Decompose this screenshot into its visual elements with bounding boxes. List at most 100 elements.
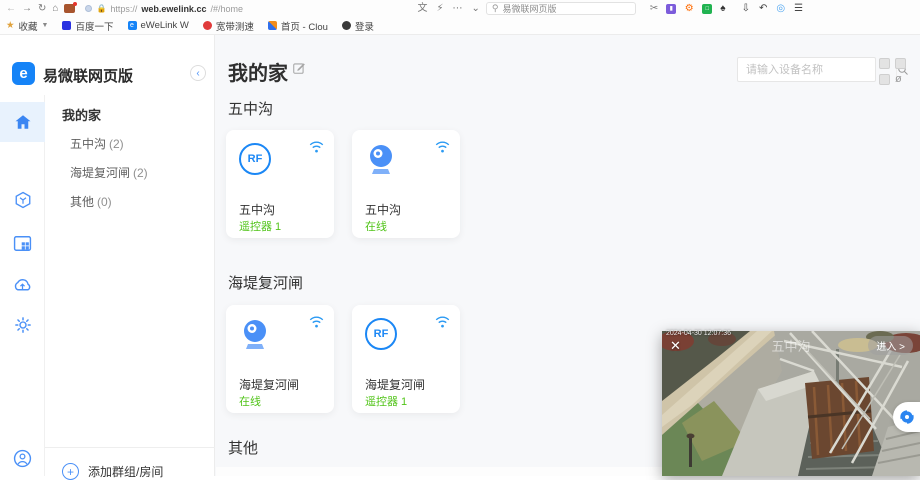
menu-icon[interactable]: ☰ (794, 4, 803, 14)
paw-extension-icon[interactable]: ♠ (720, 4, 725, 14)
home-nav-icon (14, 113, 32, 131)
undo-icon[interactable]: ↶ (759, 4, 767, 14)
scene-hexagon-icon (14, 191, 32, 209)
device-card-rf-wuzhonggou[interactable]: RF 五中沟 遥控器 1 (226, 130, 334, 238)
section-title-wuzhonggou: 五中沟 (228, 98, 273, 119)
nav-home[interactable] (0, 102, 45, 142)
chevron-down-icon[interactable]: ⌄ (471, 4, 479, 14)
app-title: 易微联网页版 (43, 65, 133, 86)
url-bar[interactable]: 🔒 https://web.ewelink.cc/#/home (81, 2, 411, 15)
add-group-room-button[interactable]: + 添加群组/房间 (62, 463, 163, 480)
scissors-icon[interactable]: ✂ (650, 4, 658, 14)
rf-bridge-icon: RF (239, 143, 271, 175)
favorites-menu[interactable]: ★ 收藏 ▼ (6, 19, 48, 33)
enter-camera-button[interactable]: 进入 > (868, 336, 913, 355)
room-item-other[interactable]: 其他(0) (70, 193, 112, 210)
url-path: /#/home (210, 4, 243, 14)
nav-scenes[interactable] (0, 180, 45, 220)
star-icon: ★ (6, 20, 15, 31)
bookmark-baidu[interactable]: 百度一下 (62, 19, 113, 33)
homepage-icon (268, 21, 277, 30)
close-icon[interactable]: ✕ (670, 338, 681, 354)
nav-devices[interactable] (0, 223, 45, 263)
translate-icon[interactable]: 文 (417, 4, 427, 14)
device-panel-icon (13, 235, 32, 252)
briefcase-extension-icon[interactable] (64, 4, 75, 13)
browser-sphere-icon[interactable]: ◎ (776, 4, 785, 14)
device-card-rf-haidifuhezha[interactable]: RF 海堤复河闸 遥控器 1 (352, 305, 460, 413)
baidu-icon (62, 21, 71, 30)
green-extension-icon[interactable]: □ (702, 4, 712, 14)
camera-icon (239, 318, 271, 357)
wifi-icon (309, 140, 324, 158)
sidebar-header: e 易微联网页版 ‹ (0, 53, 215, 95)
back-icon[interactable]: ← (6, 4, 16, 14)
room-item-haidifuhezha[interactable]: 海堤复河闸(2) (70, 164, 148, 181)
bookmark-homepage[interactable]: 首页 - Clou (268, 19, 328, 33)
bookmark-ewelink[interactable]: eeWeLink W (128, 20, 189, 31)
view-toggle: ø (879, 58, 911, 87)
sidebar: e 易微联网页版 ‹ 我的家 五 (0, 35, 215, 476)
wifi-icon (309, 315, 324, 333)
browser-toolbar: ← → ↻ ⌂ 🔒 https://web.ewelink.cc/#/home … (0, 0, 920, 17)
login-icon (342, 21, 351, 30)
favorites-label: 收藏 (19, 19, 38, 33)
menu-divider (45, 447, 215, 448)
toolbar-search-text: 易微联网页版 (502, 2, 556, 15)
sidebar-collapse-button[interactable]: ‹ (190, 65, 206, 81)
speedtest-icon (203, 21, 212, 30)
lightning-icon[interactable]: ⚡ (436, 4, 443, 14)
device-card-camera-haidifuhezha[interactable]: 海堤复河闸 在线 (226, 305, 334, 413)
camera-timestamp: 2024-04-30 12:07:36 (666, 330, 731, 337)
game-extension-icon[interactable]: ⚙ (684, 4, 694, 14)
device-status: 在线 (239, 393, 261, 409)
reload-icon[interactable]: ↻ (38, 4, 46, 14)
device-search-input[interactable] (738, 58, 896, 81)
sidebar-menu: 我的家 五中沟(2) 海堤复河闸(2) 其他(0) + 添加群组/房间 (45, 95, 215, 476)
view-grid-1-icon[interactable] (879, 58, 890, 69)
device-status: 在线 (365, 218, 387, 234)
bookmark-speedtest[interactable]: 宽带测速 (203, 19, 254, 33)
camera-watermark: 五中沟 (771, 336, 810, 355)
view-grid-3-icon[interactable] (879, 74, 890, 85)
device-status: 遥控器 1 (365, 393, 407, 409)
forward-icon[interactable]: → (22, 4, 32, 14)
purple-extension-icon[interactable]: ▮ (666, 4, 676, 14)
camera-service-button[interactable] (893, 402, 920, 432)
wifi-icon (435, 140, 450, 158)
device-status: 遥控器 1 (239, 218, 281, 234)
browser-chrome: ← → ↻ ⌂ 🔒 https://web.ewelink.cc/#/home … (0, 0, 920, 35)
rf-bridge-icon: RF (365, 318, 397, 350)
site-permission-icon[interactable] (85, 5, 92, 12)
nav-settings[interactable] (0, 305, 45, 345)
toolbar-right-icons: ⇩ ↶ ◎ ☰ (742, 4, 803, 14)
camera-preview-overlay[interactable]: 2024-04-30 12:07:36 ✕ 五中沟 进入 > (662, 331, 920, 476)
url-host: web.ewelink.cc (141, 4, 206, 14)
home-icon[interactable]: ⌂ (52, 4, 58, 14)
toolbar-search-box[interactable]: ⚲ 易微联网页版 (486, 2, 636, 15)
nav-cloud-upload[interactable] (0, 265, 45, 305)
bookmark-login[interactable]: 登录 (342, 19, 374, 33)
camera-icon (365, 143, 397, 182)
ewelink-icon: e (128, 21, 137, 30)
download-icon[interactable]: ⇩ (742, 4, 750, 14)
user-icon (13, 449, 32, 468)
device-name: 五中沟 (365, 201, 401, 218)
view-grid-2-icon[interactable] (895, 58, 906, 69)
nav-account[interactable] (0, 438, 45, 478)
device-card-camera-wuzhonggou[interactable]: 五中沟 在线 (352, 130, 460, 238)
more-icon[interactable]: ⋯ (452, 4, 462, 14)
toolbar-mid-icons: 文 ⚡ ⋯ ⌄ (417, 4, 479, 14)
plus-icon: + (62, 463, 79, 480)
camera-service-icon (899, 409, 915, 425)
lock-icon: 🔒 (96, 4, 106, 13)
search-icon: ⚲ (492, 3, 499, 14)
edit-home-name-icon[interactable] (292, 61, 306, 80)
extension-icons: ✂ ▮ ⚙ □ ♠ (650, 4, 726, 14)
section-title-haidifuhezha: 海堤复河闸 (228, 272, 303, 293)
hide-view-icon[interactable]: ø (895, 74, 907, 86)
menu-home-label[interactable]: 我的家 (62, 105, 101, 124)
wifi-icon (435, 315, 450, 333)
room-item-wuzhonggou[interactable]: 五中沟(2) (70, 135, 124, 152)
ewelink-logo: e (12, 62, 35, 85)
